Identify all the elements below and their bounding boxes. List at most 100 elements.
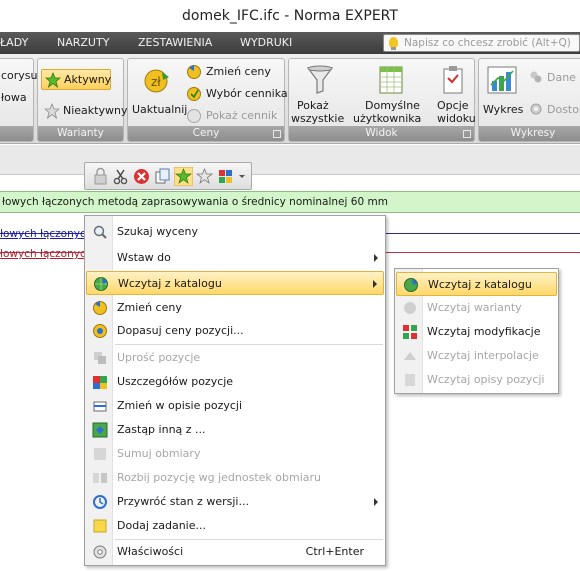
chart-data-icon — [530, 71, 542, 83]
ribbon-group-wykresy: Wykres Dane Dostos Wykresy — [478, 58, 580, 142]
chart-customize-label: Dostos — [547, 103, 580, 116]
submenu-item-label: Wczytaj opisy pozycji — [427, 373, 545, 386]
delete-icon[interactable] — [132, 167, 151, 186]
inactive-variant-button[interactable]: Nieaktywny — [41, 101, 127, 121]
window-title: domek_IFC.ifc - Norma EXPERT — [0, 0, 580, 32]
default-view-button[interactable]: Domyślne użytkownika — [351, 63, 431, 127]
ceny-launcher-icon[interactable] — [273, 130, 281, 138]
chart-data-button[interactable]: Dane — [527, 69, 580, 87]
ribbon-partial-bottom[interactable]: łowa — [1, 91, 27, 104]
submenu-item-label: Wczytaj warianty — [427, 301, 522, 314]
ribbon-group-partial: corysu łowa — [0, 58, 38, 142]
submenu-arrow-icon — [373, 280, 377, 288]
menu-item-load-from-catalog[interactable]: Wczytaj z katalogu — [86, 271, 384, 295]
lock-icon[interactable] — [91, 167, 110, 186]
menu-item-search-valuation[interactable]: Szukaj wyceny — [86, 220, 384, 244]
submenu-item-load-catalog[interactable]: Wczytaj z katalogu — [396, 272, 557, 296]
star-outline-icon[interactable] — [195, 167, 214, 186]
chevron-down-icon[interactable] — [236, 167, 248, 186]
ceny-caption: Ceny — [128, 126, 284, 141]
ribbon-partial-top[interactable]: corysu — [1, 69, 38, 82]
active-variant-label: Aktywny — [64, 73, 112, 86]
ribbon-group-widok: Pokaż wszystkie Domyślne użytkownika Opc… — [288, 58, 476, 142]
menu-item-detail-positions[interactable]: Uszczegółów pozycje — [86, 370, 384, 394]
submenu-load-from-catalog: Wczytaj z katalogu Wczytaj warianty Wczy… — [394, 268, 559, 394]
submenu-item-load-modifications[interactable]: Wczytaj modyfikacje — [396, 320, 557, 344]
view-options-label-2: widoku — [437, 112, 476, 125]
spreadsheet-icon — [379, 66, 403, 94]
change-prices-icon — [93, 301, 107, 315]
svg-text:zł: zł — [151, 75, 161, 89]
menu-item-sum-measurements: Sumuj obmiary — [86, 442, 384, 466]
chart-button[interactable]: Wykres — [481, 63, 523, 127]
tell-me-placeholder: Napisz co chcesz zrobić (Alt+Q) — [404, 37, 571, 49]
menu-item-properties[interactable]: Właściwości Ctrl+Enter — [86, 540, 384, 564]
chart-customize-button[interactable]: Dostos — [527, 101, 580, 119]
menu-item-match-prices[interactable]: Dopasuj ceny pozycji... — [86, 319, 384, 343]
change-prices-label: Zmień ceny — [206, 65, 271, 78]
menu-item-label: Wstaw do — [117, 251, 171, 264]
menu-item-label: Zastąp inną z ... — [117, 423, 206, 436]
menu-item-change-prices[interactable]: Zmień ceny — [86, 296, 384, 320]
menu-item-simplify: Uprość pozycje — [86, 346, 384, 370]
color-picker-icon[interactable] — [216, 167, 235, 186]
menu-item-label: Szukaj wyceny — [117, 225, 199, 238]
menu-item-label: Sumuj obmiary — [117, 447, 201, 460]
menu-item-lady[interactable]: ŁADY — [0, 32, 28, 54]
ribbon: corysu łowa Aktywny Nieaktywny Warianty … — [0, 54, 580, 144]
lightbulb-icon — [389, 37, 398, 50]
ribbon-group-caption — [0, 126, 33, 141]
submenu-item-load-variants: Wczytaj warianty — [396, 296, 557, 320]
menu-item-label: Przywróć stan z wersji... — [117, 495, 249, 508]
restore-version-icon — [93, 495, 107, 509]
price-list-icon — [187, 87, 201, 101]
view-options-button[interactable]: Opcje widoku — [433, 63, 476, 127]
sum-icon — [94, 448, 106, 460]
match-prices-icon — [93, 324, 107, 338]
menu-item-label: Dopasuj ceny pozycji... — [117, 324, 244, 337]
modifications-icon — [403, 325, 417, 339]
menu-item-shortcut: Ctrl+Enter — [305, 545, 364, 558]
position-row-blue[interactable]: łowych łączonych — [0, 227, 92, 241]
show-all-label-1: Pokaż — [297, 99, 329, 112]
edit-description-icon — [93, 401, 107, 412]
chart-data-label: Dane — [547, 71, 576, 84]
position-row-red[interactable]: łowych łączonych — [0, 247, 92, 261]
menu-item-insert-into[interactable]: Wstaw do — [86, 246, 384, 270]
menu-item-replace-with[interactable]: Zastąp inną z ... — [86, 418, 384, 442]
menu-item-change-description[interactable]: Zmień w opisie pozycji — [86, 394, 384, 418]
update-button[interactable]: zł Uaktualnij — [130, 63, 187, 123]
selected-position-row[interactable]: łowych łączonych metodą zaprasowywania o… — [0, 191, 580, 213]
load-variants-icon — [404, 302, 416, 314]
show-price-list-button[interactable]: Pokaż cennik — [186, 107, 284, 125]
change-prices-button[interactable]: Zmień ceny — [186, 63, 284, 81]
widok-caption: Widok — [289, 126, 474, 141]
menu-separator — [115, 344, 383, 345]
replace-icon — [92, 422, 108, 438]
descriptions-icon — [405, 374, 415, 386]
star-green-icon[interactable] — [174, 167, 193, 186]
show-all-button[interactable]: Pokaż wszystkie — [291, 63, 349, 127]
widok-launcher-icon[interactable] — [463, 130, 471, 138]
scissors-icon[interactable] — [111, 167, 130, 186]
submenu-arrow-icon — [374, 254, 378, 262]
active-variant-button[interactable]: Aktywny — [41, 69, 111, 90]
change-prices-icon — [187, 65, 201, 79]
submenu-item-load-interpolations: Wczytaj interpolacje — [396, 344, 557, 368]
menu-item-label: Uszczegółów pozycje — [117, 375, 234, 388]
price-list-button[interactable]: Wybór cennika — [186, 85, 288, 103]
selected-position-text: łowych łączonych metodą zaprasowywania o… — [2, 196, 388, 208]
menu-item-wydruki[interactable]: WYDRUKI — [240, 32, 292, 54]
simplify-icon — [94, 352, 106, 364]
copy-icon[interactable] — [153, 167, 172, 186]
menu-item-restore-version[interactable]: Przywróć stan z wersji... — [86, 490, 384, 514]
tell-me-search[interactable]: Napisz co chcesz zrobić (Alt+Q) — [383, 34, 580, 52]
warianty-caption: Warianty — [38, 126, 123, 141]
submenu-item-label: Wczytaj z katalogu — [428, 278, 532, 291]
menu-item-add-task[interactable]: Dodaj zadanie... — [86, 514, 384, 538]
update-prices-icon: zł — [144, 69, 169, 93]
menu-item-narzuty[interactable]: NARZUTY — [57, 32, 109, 54]
menu-item-zestawienia[interactable]: ZESTAWIENIA — [138, 32, 212, 54]
submenu-item-label: Wczytaj modyfikacje — [427, 325, 541, 338]
submenu-arrow-icon — [374, 498, 378, 506]
